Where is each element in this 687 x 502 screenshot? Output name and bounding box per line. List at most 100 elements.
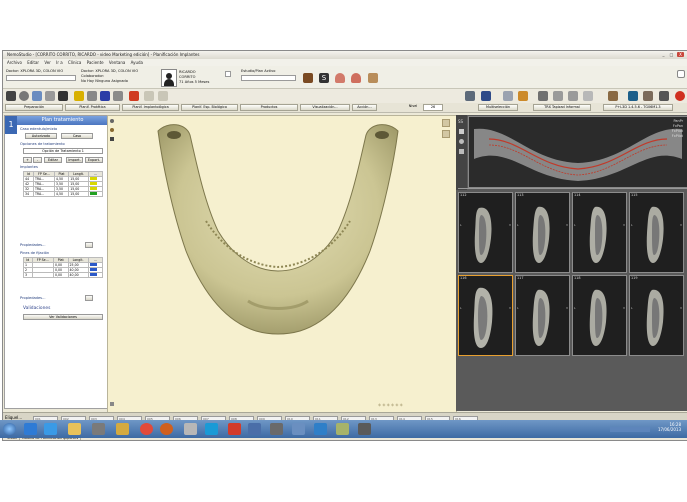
minimize-button[interactable]: _ bbox=[660, 52, 667, 57]
panoramic-view[interactable]: PanPr FxPan FxPilot FxPilot bbox=[468, 116, 687, 188]
outlook-icon[interactable] bbox=[24, 423, 37, 435]
caso-button[interactable]: Caso bbox=[61, 133, 93, 139]
report-icon[interactable] bbox=[503, 91, 513, 101]
doc-icon[interactable] bbox=[113, 91, 123, 101]
study-select[interactable] bbox=[241, 75, 296, 81]
view-orientation-icon[interactable] bbox=[442, 119, 450, 127]
save-icon[interactable] bbox=[553, 91, 563, 101]
view-presets-icons[interactable]: ◈ ◈ ◈ ◈ ◈ ◈ bbox=[378, 402, 448, 408]
ct-slice[interactable]: 117 LV bbox=[515, 275, 570, 356]
pano-label-ss[interactable]: SS bbox=[458, 119, 463, 124]
monitor-icon[interactable] bbox=[628, 91, 638, 101]
pano-settings-icon[interactable] bbox=[459, 149, 464, 154]
ribbon-accion[interactable]: Acción... bbox=[352, 104, 377, 111]
arrow-right-icon[interactable] bbox=[100, 91, 110, 101]
skype-icon[interactable] bbox=[205, 423, 218, 435]
app-icon[interactable] bbox=[92, 423, 105, 435]
menu-ventana[interactable]: Ventana bbox=[109, 59, 125, 66]
ct-slice[interactable]: 113 LV bbox=[515, 192, 570, 273]
window-icon[interactable] bbox=[248, 423, 261, 435]
menu-paciente[interactable]: Paciente bbox=[87, 59, 104, 66]
measure-icon[interactable] bbox=[45, 91, 55, 101]
house-icon[interactable] bbox=[303, 73, 313, 83]
disabled-tool-icon-2[interactable] bbox=[158, 91, 168, 101]
remove-option-button[interactable]: - bbox=[33, 157, 42, 163]
ribbon-productos[interactable]: Productos bbox=[240, 104, 298, 111]
view-reset-icon[interactable] bbox=[110, 119, 114, 123]
media-icon[interactable] bbox=[116, 423, 129, 435]
pano-eye-icon[interactable] bbox=[459, 139, 464, 144]
autorizado-button[interactable]: Autorizado bbox=[25, 133, 57, 139]
nemo-icon[interactable] bbox=[358, 423, 371, 435]
view-orientation-icon-2[interactable] bbox=[442, 130, 450, 138]
table-row[interactable]: 32 TRA... 3,50 15,00 bbox=[23, 186, 104, 192]
nivel-value[interactable]: 26 bbox=[423, 104, 443, 111]
layout-icon[interactable] bbox=[568, 91, 578, 101]
props-link[interactable]: Propiedades... bbox=[20, 243, 45, 247]
ct-slice[interactable]: 112 LV bbox=[458, 192, 513, 273]
pano-camera-icon[interactable] bbox=[459, 129, 464, 134]
ribbon-planif-protetica[interactable]: Planif. Protética bbox=[65, 104, 120, 111]
props-expand-button-2[interactable] bbox=[85, 295, 93, 301]
pano-label-3[interactable]: FxPilot bbox=[672, 129, 683, 133]
ct-slice[interactable]: 118 LV bbox=[572, 275, 627, 356]
explorer-icon[interactable] bbox=[270, 423, 283, 435]
ct-slice-selected[interactable]: 116 LV bbox=[458, 275, 513, 356]
export-icon[interactable] bbox=[518, 91, 528, 101]
close-button[interactable]: X bbox=[677, 52, 684, 57]
menu-clinica[interactable]: Clínica bbox=[68, 59, 81, 66]
start-button-icon[interactable] bbox=[3, 423, 16, 435]
clock[interactable]: 16:28 17/06/2013 bbox=[658, 422, 681, 432]
grid-icon[interactable] bbox=[583, 91, 593, 101]
mandible-3d-model[interactable] bbox=[148, 121, 408, 336]
h-tool-icon[interactable] bbox=[6, 91, 16, 101]
view-corner-icon[interactable] bbox=[110, 402, 114, 406]
pano-label-4[interactable]: FxPilot bbox=[672, 134, 683, 138]
cross-icon[interactable] bbox=[58, 91, 68, 101]
panel-tab-number[interactable]: 1 bbox=[5, 116, 17, 134]
ct-slice[interactable]: 119 LV bbox=[629, 275, 684, 356]
word-icon[interactable] bbox=[314, 423, 327, 435]
book-icon[interactable] bbox=[608, 91, 618, 101]
gear-icon[interactable] bbox=[19, 91, 29, 101]
maximize-button[interactable]: □ bbox=[668, 52, 675, 57]
arch-full-icon[interactable] bbox=[368, 73, 378, 83]
print-icon[interactable] bbox=[538, 91, 548, 101]
network-icon[interactable] bbox=[292, 423, 305, 435]
ribbon-product-select[interactable]: P+L3D 1.4.5.6 - TG06M1.3 bbox=[603, 104, 673, 111]
props-link-2[interactable]: Propiedades... bbox=[20, 296, 45, 300]
system-tray[interactable] bbox=[610, 427, 650, 432]
hand-icon[interactable] bbox=[87, 91, 97, 101]
ribbon-multiseleccion[interactable]: Multiselección bbox=[478, 104, 518, 111]
menu-ir-a[interactable]: Ir a bbox=[56, 59, 63, 66]
table-row[interactable]: 34 TRA... 4,50 15,00 bbox=[23, 191, 104, 197]
power-icon[interactable] bbox=[675, 91, 685, 101]
notes-icon[interactable] bbox=[336, 423, 349, 435]
arch-lower-icon[interactable] bbox=[351, 73, 361, 83]
import-button[interactable]: Import. bbox=[66, 157, 83, 163]
props-expand-button[interactable] bbox=[85, 242, 93, 248]
ct-slice[interactable]: 115 LV bbox=[629, 192, 684, 273]
table-row[interactable]: 44 TRA... 4,50 15,00 bbox=[23, 176, 104, 182]
disabled-tool-icon[interactable] bbox=[144, 91, 154, 101]
ribbon-visualizacion[interactable]: Visualización... bbox=[300, 104, 350, 111]
menu-editar[interactable]: Editar bbox=[27, 59, 39, 66]
pano-label-1[interactable]: PanPr bbox=[674, 119, 684, 123]
view-validations-button[interactable]: Ver Validaciones bbox=[23, 314, 103, 320]
patient-dropdown[interactable] bbox=[225, 71, 231, 77]
move-icon[interactable] bbox=[32, 91, 42, 101]
add-option-button[interactable]: + bbox=[23, 157, 32, 163]
view-camera-icon[interactable] bbox=[110, 137, 114, 141]
calc-icon[interactable] bbox=[184, 423, 197, 435]
export-button[interactable]: Export. bbox=[85, 157, 103, 163]
screenshot-icon[interactable] bbox=[465, 91, 475, 101]
tooth-icon[interactable] bbox=[643, 91, 653, 101]
download-icon[interactable] bbox=[481, 91, 491, 101]
plus-marker-icon[interactable] bbox=[129, 91, 139, 101]
table-row[interactable]: 3 0,00 40,00 bbox=[23, 272, 104, 278]
clipboard-icon[interactable] bbox=[659, 91, 669, 101]
edit-option-button[interactable]: Editar bbox=[44, 157, 62, 163]
powerpoint-icon[interactable] bbox=[228, 423, 241, 435]
folder-icon[interactable] bbox=[68, 423, 81, 435]
pencil-icon[interactable] bbox=[74, 91, 84, 101]
